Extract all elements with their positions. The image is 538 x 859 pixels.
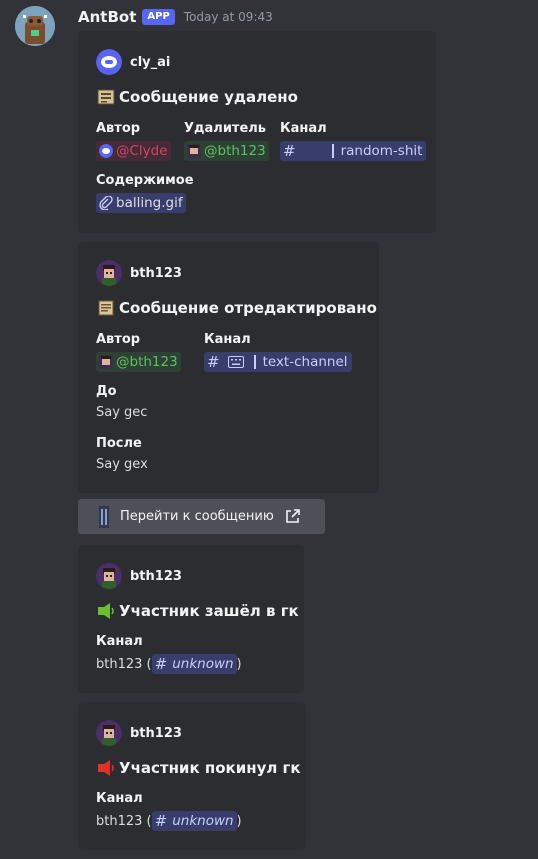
attachment-link[interactable]: balling.gif (96, 193, 186, 213)
channel-mention-unknown[interactable]: # unknown (151, 811, 237, 831)
paperclip-icon (99, 196, 113, 210)
embed-member-joined-voice: bth123 Участник зашёл в гк Канал bth123 … (78, 545, 304, 693)
bth123-avatar (96, 260, 122, 286)
hash-icon: # (207, 353, 220, 371)
field-channel-value: bth123 ( # unknown ) (96, 811, 242, 831)
paren-open: ( (142, 813, 152, 829)
field-channel-label: Канал (204, 332, 251, 347)
field-author-value: @Clyde (96, 141, 171, 161)
embed-title: Сообщение удалено (96, 87, 298, 107)
field-channel-value: bth123 ( # unknown ) (96, 654, 242, 674)
channel-separator (331, 144, 334, 158)
field-content-value: balling.gif (96, 193, 186, 213)
field-deleter-label: Удалитель (184, 121, 267, 136)
field-deleter-value: @bth123 (184, 141, 269, 161)
embed-member-left-voice: bth123 Участник покинул гк Канал bth123 … (78, 702, 306, 850)
field-author-label: Автор (96, 121, 141, 136)
bth123-mini-avatar (187, 144, 201, 158)
embed-author: bth123 (96, 260, 182, 286)
embed-title-text: Сообщение удалено (119, 88, 298, 106)
clyde-mini-avatar (99, 144, 113, 158)
clyde-avatar (96, 49, 122, 75)
jump-to-message-button[interactable]: Перейти к сообщению (78, 499, 325, 534)
speaker-leave-icon (98, 760, 114, 776)
paren-close: ) (236, 813, 242, 829)
hash-icon: # (283, 142, 296, 160)
bth123-mini-avatar (99, 355, 113, 369)
embed-author-name[interactable]: bth123 (130, 726, 182, 741)
embed-author-name[interactable]: bth123 (130, 266, 182, 281)
bth123-avatar (96, 720, 122, 746)
user-mention-bth123[interactable]: @bth123 (96, 352, 181, 372)
user-mention-bth123[interactable]: @bth123 (184, 141, 269, 161)
paren-open: ( (142, 656, 152, 672)
field-channel-label: Канал (96, 634, 143, 649)
embed-title: Сообщение отредактировано (96, 298, 377, 318)
embed-author: cly_ai (96, 49, 170, 75)
channel-mention-unknown[interactable]: # unknown (151, 654, 237, 674)
embed-title: Участник зашёл в гк (96, 601, 299, 621)
field-channel-value: # random-shit (280, 141, 427, 161)
embed-author-name[interactable]: bth123 (130, 569, 182, 584)
embed-message-deleted: cly_ai Сообщение удалено Автор Удалитель… (78, 31, 436, 233)
keyboard-icon (227, 356, 244, 368)
field-user: bth123 (96, 813, 143, 829)
trash-icon (97, 89, 115, 105)
embed-title-text: Сообщение отредактировано (119, 299, 377, 317)
embed-author: bth123 (96, 720, 182, 746)
bth123-avatar (96, 563, 122, 589)
field-channel-label: Канал (280, 121, 327, 136)
paren-close: ) (236, 656, 242, 672)
field-author-value: @bth123 (96, 352, 181, 372)
hash-icon: # (154, 655, 168, 673)
field-user: bth123 (96, 656, 143, 672)
field-channel-value: # text-channel (204, 352, 352, 372)
embed-title-text: Участник покинул гк (119, 759, 301, 777)
embed-message-edited: bth123 Сообщение отредактировано Автор К… (78, 242, 379, 493)
field-after-label: После (96, 436, 142, 451)
embed-author-name[interactable]: cly_ai (130, 55, 170, 70)
bot-mini-icon (99, 505, 109, 528)
message-header: AntBot APP Today at 09:43 (78, 6, 273, 28)
field-author-label: Автор (96, 332, 141, 347)
embed-title: Участник покинул гк (96, 758, 301, 778)
channel-mention-text-channel[interactable]: # text-channel (204, 352, 352, 372)
jump-button-label: Перейти к сообщению (120, 509, 274, 524)
user-mention-clyde[interactable]: @Clyde (96, 141, 171, 161)
bot-username[interactable]: AntBot (78, 8, 136, 26)
bot-avatar[interactable] (15, 6, 55, 46)
speaker-join-icon (98, 603, 114, 619)
scroll-icon (98, 300, 114, 316)
app-badge: APP (142, 9, 175, 25)
field-before-label: До (96, 384, 117, 399)
hash-icon: # (154, 812, 168, 830)
channel-mention-random-shit[interactable]: # random-shit (280, 141, 427, 161)
message-timestamp[interactable]: Today at 09:43 (184, 10, 273, 24)
embed-author: bth123 (96, 563, 182, 589)
field-content-label: Содержимое (96, 173, 194, 188)
external-link-icon (286, 509, 300, 523)
field-after-value: Say gex (96, 457, 148, 472)
field-before-value: Say gec (96, 405, 148, 420)
channel-separator (253, 355, 256, 369)
embed-title-text: Участник зашёл в гк (119, 602, 299, 620)
field-channel-label: Канал (96, 791, 143, 806)
